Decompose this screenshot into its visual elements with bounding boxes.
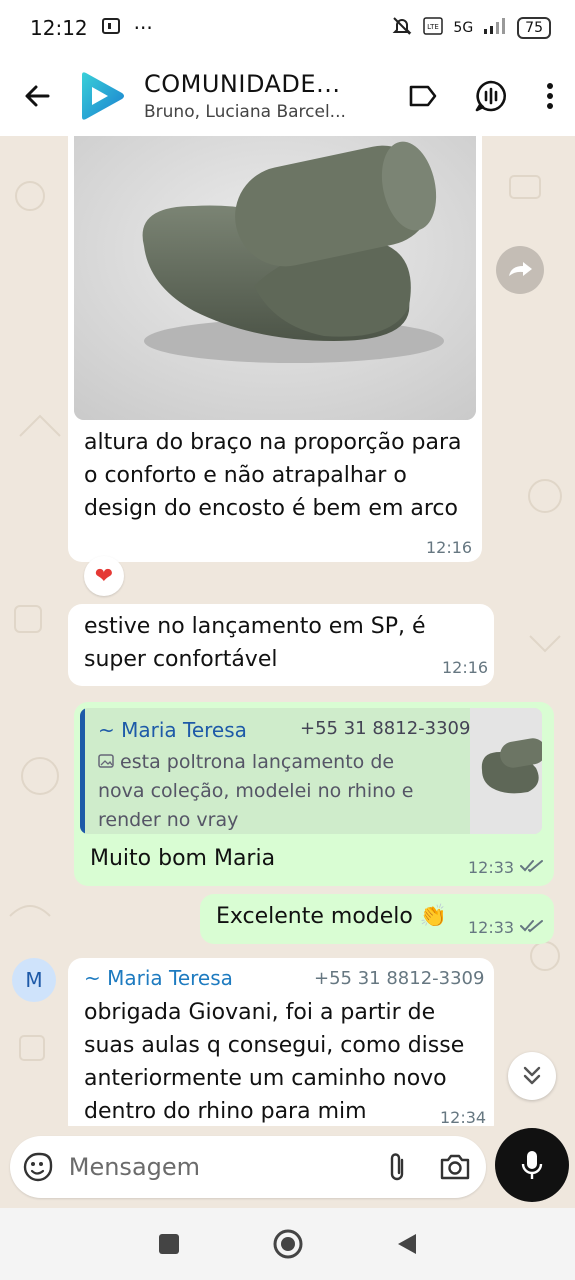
sender-avatar[interactable]: M bbox=[12, 958, 56, 1002]
scroll-to-bottom-button[interactable] bbox=[508, 1052, 556, 1100]
group-logo-icon bbox=[82, 72, 124, 120]
triangle-back-icon bbox=[397, 1234, 416, 1254]
quote-accent-bar bbox=[80, 708, 85, 834]
status-time: 12:12 bbox=[30, 16, 88, 40]
status-right: LTE 5G 75 bbox=[391, 15, 551, 41]
voice-chat-button[interactable] bbox=[457, 56, 525, 136]
calendar-notification-icon bbox=[101, 16, 120, 40]
message-input[interactable] bbox=[66, 1152, 371, 1182]
signal-icon bbox=[483, 17, 507, 39]
message-line: estive no lançamento em SP, é bbox=[84, 614, 426, 639]
double-chevron-down-icon bbox=[523, 1066, 541, 1085]
message-text: estive no lançamento em SP, é super conf… bbox=[84, 610, 444, 676]
quote-line-text: esta poltrona lançamento de bbox=[120, 751, 395, 773]
message-line: suas aulas q consegui, como disse bbox=[84, 1033, 465, 1058]
message-line: anteriormente um caminho novo bbox=[84, 1066, 447, 1091]
svg-text:LTE: LTE bbox=[428, 23, 440, 31]
message-text: Muito bom Maria bbox=[90, 846, 276, 871]
message-bubble-outgoing-reply[interactable]: ~ Maria Teresa +55 31 8812-3309 esta pol… bbox=[74, 702, 554, 886]
message-line: design do encosto é bem em arco bbox=[84, 496, 458, 521]
status-bar: 12:12 ··· LTE 5G 75 bbox=[0, 0, 575, 56]
voice-chat-icon bbox=[475, 80, 507, 112]
armchair-photo-icon bbox=[74, 136, 476, 420]
status-more: ··· bbox=[133, 16, 153, 40]
chair-image[interactable] bbox=[74, 136, 476, 420]
read-receipt-icon bbox=[520, 858, 544, 877]
clapping-hands-emoji: 👏 bbox=[419, 904, 448, 929]
message-bubble-incoming[interactable]: estive no lançamento em SP, é super conf… bbox=[68, 604, 494, 686]
message-time: 12:34 bbox=[440, 1108, 487, 1126]
message-time: 12:16 bbox=[442, 658, 489, 677]
header-actions bbox=[389, 56, 575, 136]
attach-button[interactable] bbox=[371, 1136, 424, 1198]
message-line: obrigada Giovani, foi a partir de bbox=[84, 1000, 436, 1025]
message-time: 12:33 bbox=[468, 858, 515, 877]
chat-area[interactable]: altura do braço na proporção para o conf… bbox=[0, 136, 575, 1126]
message-line: Excelente modelo bbox=[216, 904, 413, 929]
recents-button[interactable] bbox=[158, 1233, 180, 1255]
more-options-button[interactable] bbox=[525, 56, 575, 136]
sticker-button[interactable] bbox=[10, 1136, 67, 1198]
back-arrow-icon bbox=[25, 85, 50, 107]
camera-icon bbox=[440, 1154, 470, 1180]
message-line: altura do braço na proporção para bbox=[84, 430, 462, 455]
quoted-message[interactable]: ~ Maria Teresa +55 31 8812-3309 esta pol… bbox=[80, 708, 542, 834]
home-button[interactable] bbox=[272, 1228, 304, 1260]
group-avatar[interactable] bbox=[74, 68, 130, 124]
chat-title-block[interactable]: COMUNIDADE... Bruno, Luciana Barcel... bbox=[144, 70, 389, 122]
network-type: 5G bbox=[453, 20, 474, 36]
status-left: 12:12 ··· bbox=[30, 16, 153, 40]
message-bubble-image[interactable]: altura do braço na proporção para o conf… bbox=[68, 136, 482, 562]
more-vertical-icon bbox=[547, 83, 553, 109]
read-receipt-icon bbox=[520, 918, 544, 937]
mute-bell-icon bbox=[391, 15, 413, 41]
camera-button[interactable] bbox=[424, 1136, 486, 1198]
chat-header: COMUNIDADE... Bruno, Luciana Barcel... bbox=[0, 56, 575, 136]
group-title: COMUNIDADE... bbox=[144, 70, 341, 98]
quote-sender: ~ Maria Teresa bbox=[98, 718, 247, 742]
message-text: altura do braço na proporção para o conf… bbox=[84, 426, 474, 525]
sticker-smiley-icon bbox=[24, 1152, 53, 1182]
reaction-badge[interactable]: ❤ bbox=[84, 556, 124, 596]
message-time: 12:33 bbox=[468, 918, 515, 937]
quote-line: esta poltrona lançamento de bbox=[98, 748, 458, 777]
paperclip-icon bbox=[391, 1153, 404, 1181]
sender-phone: +55 31 8812-3309 bbox=[314, 968, 485, 989]
heart-reaction-icon: ❤ bbox=[94, 563, 114, 589]
message-line: super confortável bbox=[84, 647, 278, 672]
message-text: Excelente modelo 👏 bbox=[216, 900, 447, 933]
forward-arrow-icon bbox=[509, 262, 532, 276]
quote-line: nova coleção, modelei no rhino e bbox=[98, 780, 414, 802]
system-navigation-bar bbox=[0, 1208, 575, 1280]
back-button[interactable] bbox=[0, 56, 74, 136]
quote-line: render no vray bbox=[98, 809, 239, 831]
sender-name[interactable]: ~ Maria Teresa bbox=[84, 966, 233, 990]
image-icon bbox=[98, 751, 114, 773]
message-bubble-incoming[interactable]: ~ Maria Teresa +55 31 8812-3309 obrigada… bbox=[68, 958, 494, 1126]
message-time: 12:16 bbox=[426, 538, 473, 557]
microphone-icon bbox=[521, 1151, 543, 1179]
message-composer bbox=[10, 1136, 486, 1198]
message-line: dentro do rhino para mim bbox=[84, 1099, 367, 1124]
message-text: obrigada Giovani, foi a partir de suas a… bbox=[84, 996, 484, 1126]
quote-text: esta poltrona lançamento de nova coleção… bbox=[98, 748, 458, 834]
forward-button[interactable] bbox=[496, 246, 544, 294]
volte-icon: LTE bbox=[423, 17, 444, 39]
system-back-button[interactable] bbox=[396, 1232, 418, 1256]
label-tag-icon bbox=[409, 85, 437, 107]
message-line: o conforto e não atrapalhar o bbox=[84, 463, 407, 488]
quote-thumbnail bbox=[470, 708, 542, 834]
armchair-thumb-icon bbox=[470, 708, 542, 834]
battery-indicator: 75 bbox=[517, 17, 551, 39]
group-members: Bruno, Luciana Barcel... bbox=[144, 102, 346, 122]
circle-home-icon bbox=[273, 1229, 302, 1259]
label-button[interactable] bbox=[389, 56, 457, 136]
voice-message-button[interactable] bbox=[495, 1128, 569, 1202]
message-bubble-outgoing[interactable]: Excelente modelo 👏 12:33 bbox=[200, 894, 554, 944]
quote-phone: +55 31 8812-3309 bbox=[300, 718, 471, 739]
square-icon bbox=[158, 1234, 179, 1254]
